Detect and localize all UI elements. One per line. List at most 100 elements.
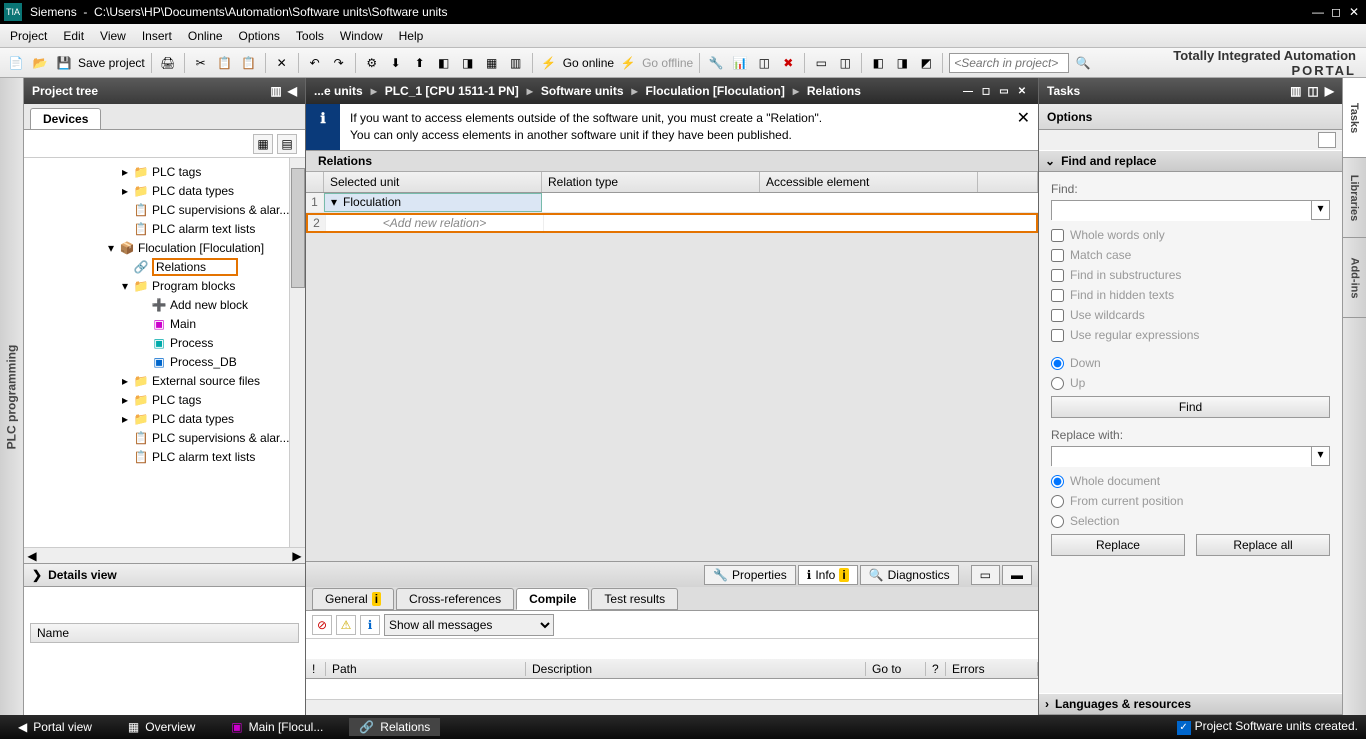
menu-insert[interactable]: Insert xyxy=(142,29,172,43)
download-icon[interactable]: ⬇ xyxy=(386,53,406,73)
tree-plc-alarm-text[interactable]: 📋PLC alarm text lists xyxy=(24,219,289,238)
tab-properties[interactable]: 🔧Properties xyxy=(704,565,796,585)
go-online-label[interactable]: Go online xyxy=(563,56,614,70)
rad-down[interactable] xyxy=(1051,357,1064,370)
tree-plc-alarm-text-2[interactable]: 📋PLC alarm text lists xyxy=(24,447,289,466)
replace-button[interactable]: Replace xyxy=(1051,534,1185,556)
split-v-icon[interactable]: ◫ xyxy=(835,53,855,73)
panel-collapse-icon[interactable]: ◀ xyxy=(288,84,297,98)
details-view-header[interactable]: ❯Details view xyxy=(24,563,305,587)
maximize-button[interactable]: ◻ xyxy=(1328,4,1344,20)
tab-info[interactable]: ℹInfoi xyxy=(798,565,858,585)
toolbar-icon-4[interactable]: ▥ xyxy=(506,53,526,73)
tree-tool-2[interactable]: ▤ xyxy=(277,134,297,154)
options-tool-icon[interactable] xyxy=(1318,132,1336,148)
tree-plc-data-types-2[interactable]: ▸📁PLC data types xyxy=(24,409,289,428)
add-new-relation-row[interactable]: 2 <Add new relation> xyxy=(306,213,1038,233)
toolbar-icon-10[interactable]: ◩ xyxy=(916,53,936,73)
undo-icon[interactable]: ↶ xyxy=(305,53,325,73)
editor-close-icon[interactable]: ✕ xyxy=(1014,84,1030,98)
inspector-layout-1[interactable]: ▭ xyxy=(971,565,1000,585)
tree-external-source[interactable]: ▸📁External source files xyxy=(24,371,289,390)
tree-program-blocks[interactable]: ▾📁Program blocks xyxy=(24,276,289,295)
find-replace-header[interactable]: ⌄Find and replace xyxy=(1039,150,1342,172)
toolbar-icon-1[interactable]: ◧ xyxy=(434,53,454,73)
tree-relations[interactable]: 🔗Relations xyxy=(24,257,289,276)
toolbar-icon-2[interactable]: ◨ xyxy=(458,53,478,73)
message-filter-select[interactable]: Show all messages xyxy=(384,614,554,636)
search-go-icon[interactable]: 🔍 xyxy=(1073,53,1093,73)
tab-diagnostics[interactable]: 🔍Diagnostics xyxy=(860,565,959,585)
save-icon[interactable]: 💾 xyxy=(54,53,74,73)
menu-window[interactable]: Window xyxy=(340,29,383,43)
tree-main-block[interactable]: ▣Main xyxy=(24,314,289,333)
lang-resources-header[interactable]: ›Languages & resources xyxy=(1039,693,1342,715)
subtab-cross-references[interactable]: Cross-references xyxy=(396,588,514,610)
toolbar-icon-3[interactable]: ▦ xyxy=(482,53,502,73)
replace-all-button[interactable]: Replace all xyxy=(1196,534,1330,556)
subtab-general[interactable]: Generali xyxy=(312,588,394,610)
toolbar-icon-6[interactable]: 📊 xyxy=(730,53,750,73)
chk-wildcards[interactable] xyxy=(1051,309,1064,322)
close-button[interactable]: ✕ xyxy=(1346,4,1362,20)
delete-icon[interactable]: ✕ xyxy=(272,53,292,73)
rad-whole-doc[interactable] xyxy=(1051,475,1064,488)
chk-whole-words[interactable] xyxy=(1051,229,1064,242)
tree-floculation[interactable]: ▾📦Floculation [Floculation] xyxy=(24,238,289,257)
editor-restore-icon[interactable]: ▭ xyxy=(996,84,1012,98)
paste-icon[interactable]: 📋 xyxy=(239,53,259,73)
menu-view[interactable]: View xyxy=(100,29,126,43)
tab-devices[interactable]: Devices xyxy=(30,108,101,129)
toolbar-icon-7[interactable]: ◫ xyxy=(754,53,774,73)
subtab-test-results[interactable]: Test results xyxy=(591,588,678,610)
inspector-layout-2[interactable]: ▬ xyxy=(1002,565,1032,585)
tasks-layout-icon[interactable]: ◫ xyxy=(1307,84,1318,98)
redo-icon[interactable]: ↷ xyxy=(329,53,349,73)
rad-from-pos[interactable] xyxy=(1051,495,1064,508)
panel-pin-icon[interactable]: ▥ xyxy=(270,84,281,98)
chk-find-sub[interactable] xyxy=(1051,269,1064,282)
go-offline-icon[interactable]: ⚡ xyxy=(618,53,638,73)
search-input[interactable] xyxy=(949,53,1069,73)
tree-plc-data-types[interactable]: ▸📁PLC data types xyxy=(24,181,289,200)
menu-tools[interactable]: Tools xyxy=(296,29,324,43)
vtab-addins[interactable]: Add-ins xyxy=(1343,238,1366,318)
tree-tool-1[interactable]: ▦ xyxy=(253,134,273,154)
rad-selection[interactable] xyxy=(1051,515,1064,528)
cut-icon[interactable]: ✂ xyxy=(191,53,211,73)
tree-plc-supervisions[interactable]: 📋PLC supervisions & alar... xyxy=(24,200,289,219)
tasks-collapse-icon[interactable]: ▶ xyxy=(1325,84,1334,98)
find-button[interactable]: Find xyxy=(1051,396,1330,418)
replace-input[interactable]: ▾ xyxy=(1051,446,1330,466)
find-input[interactable]: ▾ xyxy=(1051,200,1330,220)
tree-hscroll[interactable]: ◀▶ xyxy=(24,547,305,563)
tree-plc-tags-2[interactable]: ▸📁PLC tags xyxy=(24,390,289,409)
tree-add-new-block[interactable]: ➕Add new block xyxy=(24,295,289,314)
status-relations[interactable]: 🔗Relations xyxy=(349,718,440,736)
message-hscroll[interactable] xyxy=(306,699,1038,715)
info-filter-icon[interactable]: ℹ xyxy=(360,615,380,635)
compile-icon[interactable]: ⚙ xyxy=(362,53,382,73)
relation-row-1[interactable]: 1 ▾Floculation xyxy=(306,193,1038,213)
copy-icon[interactable]: 📋 xyxy=(215,53,235,73)
menu-options[interactable]: Options xyxy=(239,29,280,43)
status-overview[interactable]: ▦Overview xyxy=(118,718,205,736)
toolbar-icon-5[interactable]: 🔧 xyxy=(706,53,726,73)
bc-units[interactable]: ...e units xyxy=(314,84,363,98)
bc-relations[interactable]: Relations xyxy=(807,84,861,98)
menu-help[interactable]: Help xyxy=(399,29,424,43)
subtab-compile[interactable]: Compile xyxy=(516,588,589,610)
go-online-icon[interactable]: ⚡ xyxy=(539,53,559,73)
vtab-tasks[interactable]: Tasks xyxy=(1343,78,1366,158)
rad-up[interactable] xyxy=(1051,377,1064,390)
toolbar-icon-8[interactable]: ◧ xyxy=(868,53,888,73)
chk-find-hidden[interactable] xyxy=(1051,289,1064,302)
editor-maximize-icon[interactable]: ◻ xyxy=(978,84,994,98)
print-icon[interactable]: 🖨 xyxy=(158,53,178,73)
portal-view-button[interactable]: ◀Portal view xyxy=(8,718,102,736)
chk-match-case[interactable] xyxy=(1051,249,1064,262)
tree-process-db[interactable]: ▣Process_DB xyxy=(24,352,289,371)
tasks-pin-icon[interactable]: ▥ xyxy=(1290,84,1301,98)
toolbar-icon-9[interactable]: ◨ xyxy=(892,53,912,73)
vtab-libraries[interactable]: Libraries xyxy=(1343,158,1366,238)
